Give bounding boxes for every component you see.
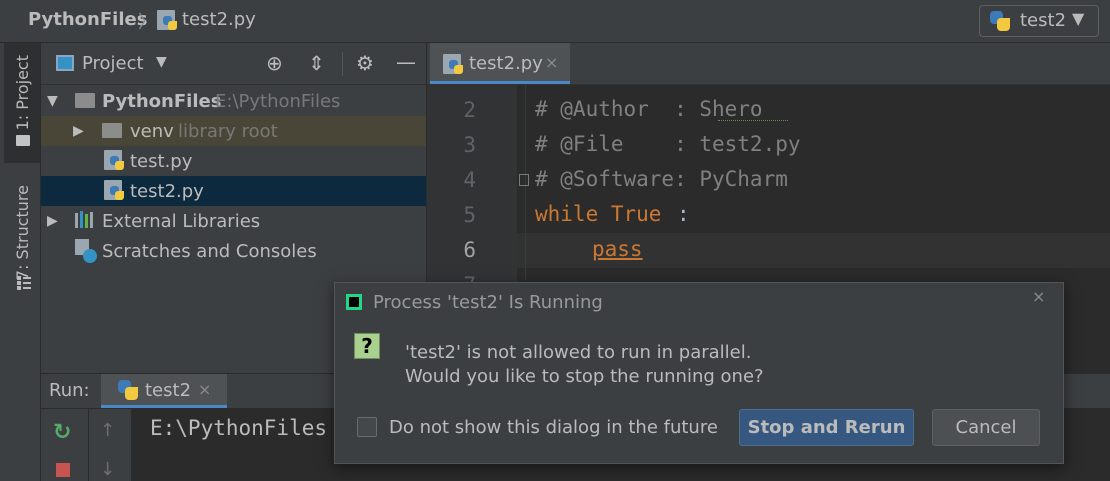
structure-icon bbox=[17, 276, 31, 290]
chevron-down-icon[interactable]: ▼ bbox=[47, 93, 58, 109]
scratches-icon bbox=[75, 239, 97, 263]
code-line-3: # @File : test2.py bbox=[535, 132, 801, 156]
run-configuration-selector[interactable]: test2 ▼ bbox=[979, 5, 1099, 37]
tool-tab-project-label: 1: Project bbox=[13, 55, 32, 131]
tree-item-label: Scratches and Consoles bbox=[102, 241, 317, 262]
python-icon bbox=[118, 380, 138, 400]
question-icon: ? bbox=[354, 333, 380, 359]
line-number: 5 bbox=[463, 203, 476, 227]
fold-marker-icon[interactable] bbox=[519, 174, 529, 186]
dialog-title: Process 'test2' Is Running bbox=[373, 292, 603, 313]
arrow-up-icon[interactable]: ↑ bbox=[100, 420, 115, 441]
tree-item-test-py[interactable] bbox=[41, 146, 426, 176]
breadcrumb-file[interactable]: test2.py bbox=[182, 9, 256, 30]
chevron-down-icon[interactable]: ▼ bbox=[156, 54, 167, 70]
python-file-icon bbox=[104, 150, 126, 172]
python-file-icon bbox=[157, 10, 179, 32]
line-number: 4 bbox=[463, 168, 476, 192]
tree-item-test2-py[interactable] bbox=[41, 176, 426, 206]
project-view-title[interactable]: Project bbox=[82, 53, 144, 74]
code-line-4: # @Software: PyCharm bbox=[535, 167, 788, 191]
toolbar-divider bbox=[342, 52, 343, 76]
run-panel-label: Run: bbox=[49, 380, 90, 401]
folder-icon bbox=[16, 135, 30, 146]
line-number: 6 bbox=[463, 238, 476, 262]
folder-icon bbox=[102, 123, 122, 138]
locate-icon[interactable]: ⊕ bbox=[266, 51, 283, 75]
arrow-down-icon[interactable]: ↓ bbox=[100, 459, 115, 480]
run-toolbar-divider bbox=[88, 409, 89, 481]
collapse-all-icon[interactable]: ⇕ bbox=[308, 51, 325, 75]
chevron-right-icon[interactable]: ▶ bbox=[73, 123, 84, 139]
project-view-icon bbox=[56, 55, 74, 71]
python-file-icon bbox=[104, 180, 126, 202]
close-icon[interactable]: × bbox=[198, 380, 211, 399]
library-icon bbox=[75, 211, 95, 228]
spellcheck-underline bbox=[718, 118, 788, 121]
tree-item-label: External Libraries bbox=[102, 211, 261, 232]
close-icon[interactable]: × bbox=[1032, 287, 1045, 306]
hide-panel-icon[interactable]: — bbox=[396, 50, 416, 74]
python-file-icon bbox=[443, 54, 465, 76]
cancel-button[interactable]: Cancel bbox=[932, 409, 1040, 446]
breadcrumb-separator: 〉 bbox=[138, 12, 156, 33]
tree-item-label: test2.py bbox=[130, 181, 204, 202]
chevron-right-icon[interactable]: ▶ bbox=[47, 213, 58, 229]
dialog-message-line1: 'test2' is not allowed to run in paralle… bbox=[405, 342, 752, 363]
line-number: 3 bbox=[463, 133, 476, 157]
code-keyword: pass bbox=[592, 237, 643, 261]
code-keyword: while True bbox=[535, 202, 662, 226]
line-number: 2 bbox=[463, 98, 476, 122]
tree-item-hint: library root bbox=[178, 121, 278, 142]
stop-icon[interactable] bbox=[56, 463, 70, 477]
dont-show-again-label[interactable]: Do not show this dialog in the future bbox=[389, 417, 718, 438]
console-output: E:\PythonFiles bbox=[150, 416, 328, 440]
run-configuration-label: test2 bbox=[1020, 10, 1067, 31]
tree-item-label: PythonFiles bbox=[102, 91, 222, 112]
python-icon bbox=[990, 11, 1010, 31]
folder-icon bbox=[75, 93, 95, 108]
stop-and-rerun-button[interactable]: Stop and Rerun bbox=[739, 409, 914, 446]
dont-show-again-checkbox[interactable] bbox=[357, 417, 377, 437]
tool-tab-structure[interactable]: 7: Structure bbox=[13, 185, 32, 280]
chevron-down-icon: ▼ bbox=[1072, 9, 1085, 28]
run-tab-label: test2 bbox=[145, 380, 192, 401]
pycharm-logo-icon bbox=[346, 294, 362, 310]
close-icon[interactable]: × bbox=[545, 53, 558, 72]
dialog-message-line2: Would you like to stop the running one? bbox=[405, 366, 764, 387]
rerun-icon[interactable]: ↻ bbox=[53, 420, 71, 445]
tree-item-label: test.py bbox=[130, 151, 193, 172]
tree-item-label: venv bbox=[130, 121, 174, 142]
gear-icon[interactable]: ⚙ bbox=[356, 51, 374, 75]
code-punctuation: : bbox=[677, 202, 690, 226]
tree-item-path-hint: E:\PythonFiles bbox=[215, 91, 341, 112]
breadcrumb-project[interactable]: PythonFiles bbox=[28, 9, 147, 30]
editor-tab-label: test2.py bbox=[469, 53, 543, 74]
